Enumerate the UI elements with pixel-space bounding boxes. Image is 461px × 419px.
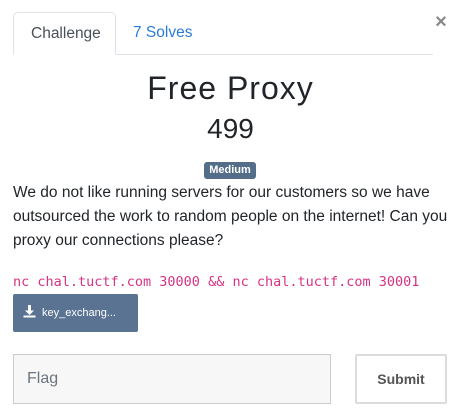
challenge-tabs: Challenge 7 Solves — [13, 12, 433, 55]
submit-button[interactable]: Submit — [355, 354, 447, 404]
download-file-button[interactable]: key_exchang... — [13, 294, 138, 332]
flag-input[interactable] — [13, 354, 331, 404]
close-icon[interactable]: × — [432, 12, 450, 32]
challenge-points: 499 — [207, 113, 254, 144]
download-icon — [23, 305, 36, 321]
connection-command: nc chal.tuctf.com 30000 && nc chal.tuctf… — [13, 274, 420, 290]
tab-challenge[interactable]: Challenge — [13, 12, 116, 55]
tab-solves[interactable]: 7 Solves — [116, 12, 209, 53]
difficulty-badge: Medium — [204, 162, 256, 179]
challenge-title: Free Proxy — [147, 70, 314, 106]
challenge-description: We do not like running servers for our c… — [13, 184, 448, 249]
file-name: key_exchang... — [42, 307, 116, 319]
